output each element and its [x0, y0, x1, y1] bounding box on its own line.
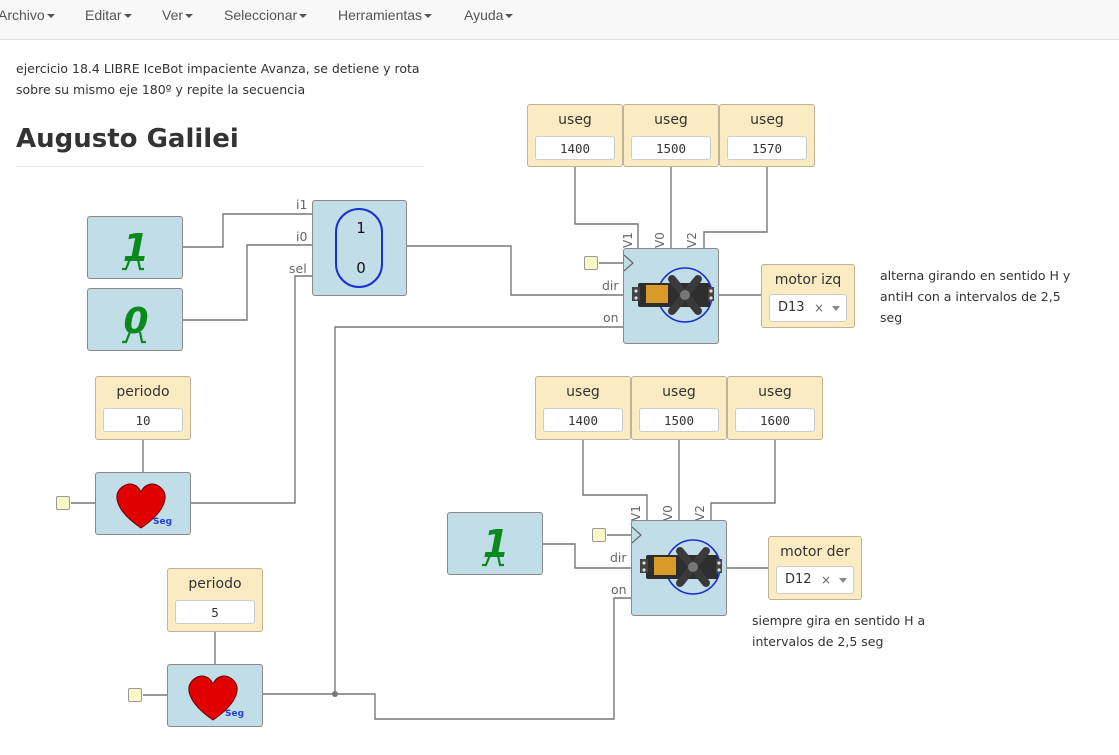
top-note-line-3: seg — [880, 310, 903, 325]
period-param-1: periodo 10 — [95, 376, 191, 440]
constant-block-0[interactable]: 0 — [87, 288, 183, 351]
motor-label: motor izq — [774, 272, 842, 288]
motor-pin-select[interactable]: D12 × — [776, 566, 854, 594]
mux-port-i0: i0 — [296, 229, 308, 244]
period-input[interactable]: 5 — [175, 600, 255, 624]
useg-input[interactable]: 1600 — [735, 408, 815, 432]
clear-icon[interactable]: × — [814, 295, 824, 321]
pulse-input-servo-top[interactable] — [584, 256, 598, 270]
useg-param-bottom-3: useg 1600 — [727, 376, 823, 440]
servo-port-on: on — [603, 310, 619, 325]
heart-icon — [116, 483, 166, 529]
heart-icon — [188, 675, 238, 721]
useg-input[interactable]: 1500 — [631, 136, 711, 160]
servo-port-v1: V1 — [621, 232, 635, 248]
motor-pin-select[interactable]: D13 × — [769, 294, 847, 322]
walking-digit-icon: 0 — [122, 301, 149, 344]
period-param-2: periodo 5 — [167, 568, 263, 632]
servo-port-v0: V0 — [653, 232, 667, 248]
bottom-note-line-2: intervalos de 2,5 seg — [752, 634, 884, 649]
servo-icon — [631, 526, 722, 595]
motor-der-selector: motor der D12 × — [768, 536, 862, 600]
top-note-line-2: antiH con a intervalos de 2,5 — [880, 289, 1061, 304]
constant-value: 1 — [483, 522, 509, 566]
walking-digit-icon: 1 — [482, 522, 509, 567]
constant-value: 1 — [123, 226, 149, 270]
mux-oval: 1 0 — [335, 208, 383, 288]
useg-param-top-1: useg 1400 — [527, 104, 623, 167]
servo-block-bottom[interactable] — [631, 520, 727, 616]
mux-value-0: 0 — [356, 259, 366, 277]
useg-param-bottom-1: useg 1400 — [535, 376, 631, 440]
servo-port-on: on — [611, 582, 627, 597]
useg-label: useg — [750, 112, 784, 128]
servo-port-dir: dir — [602, 278, 619, 293]
clear-icon[interactable]: × — [821, 567, 831, 593]
chevron-down-icon[interactable] — [832, 306, 840, 311]
wire-const0-to-i0 — [183, 244, 312, 321]
mux-value-1: 1 — [356, 219, 366, 237]
servo-port-v0: V0 — [661, 505, 675, 521]
period-label: periodo — [116, 384, 170, 400]
useg-input[interactable]: 1570 — [727, 136, 807, 160]
wire-top-v2 — [703, 167, 768, 248]
useg-param-top-2: useg 1500 — [623, 104, 719, 167]
constant-block-1-bottom[interactable]: 1 — [447, 512, 543, 575]
servo-block-top[interactable] — [623, 248, 719, 344]
useg-label: useg — [662, 384, 696, 400]
mux-port-sel: sel — [289, 261, 307, 276]
period-input[interactable]: 10 — [103, 408, 183, 432]
servo-port-v2: V2 — [685, 232, 699, 248]
motor-izq-selector: motor izq D13 × — [761, 264, 855, 328]
useg-input[interactable]: 1400 — [543, 408, 623, 432]
period-label: periodo — [188, 576, 242, 592]
heart-unit-label: Seg — [153, 517, 173, 527]
useg-label: useg — [654, 112, 688, 128]
heartbeat-block-1[interactable]: Seg — [95, 472, 191, 535]
mux-block[interactable]: 1 0 — [312, 200, 407, 296]
wire-mux-to-dir — [406, 245, 624, 296]
useg-input[interactable]: 1400 — [535, 136, 615, 160]
servo-port-v1: V1 — [629, 505, 643, 521]
constant-value: 0 — [123, 301, 148, 342]
pulse-input-heart1[interactable] — [56, 496, 70, 510]
heart-unit-label: Seg — [225, 709, 245, 719]
pulse-input-heart2[interactable] — [128, 688, 142, 702]
wire-to-bottom-on — [335, 597, 632, 720]
walking-digit-icon: 1 — [122, 226, 149, 271]
motor-label: motor der — [780, 544, 850, 560]
useg-label: useg — [566, 384, 600, 400]
bottom-note-line-1: siempre gira en sentido H a — [752, 613, 926, 628]
wire-junction — [332, 691, 338, 697]
wire-const1-to-i1 — [183, 213, 312, 248]
useg-input[interactable]: 1500 — [639, 408, 719, 432]
pulse-input-servo-bottom[interactable] — [592, 528, 606, 542]
wire-bottom-v2 — [710, 440, 776, 521]
wire-heart1-to-sel — [190, 275, 312, 504]
useg-label: useg — [558, 112, 592, 128]
motor-pin-value: D13 — [778, 300, 805, 315]
useg-param-bottom-2: useg 1500 — [631, 376, 727, 440]
chevron-down-icon[interactable] — [839, 578, 847, 583]
constant-block-1[interactable]: 1 — [87, 216, 183, 279]
bottom-note: siempre gira en sentido H a intervalos d… — [752, 610, 925, 652]
heartbeat-block-2[interactable]: Seg — [167, 664, 263, 727]
servo-port-v2: V2 — [693, 505, 707, 521]
servo-icon — [623, 254, 714, 323]
motor-pin-value: D12 — [785, 572, 812, 587]
servo-port-dir: dir — [610, 550, 627, 565]
useg-label: useg — [758, 384, 792, 400]
mux-port-i1: i1 — [296, 197, 308, 212]
useg-param-top-3: useg 1570 — [719, 104, 815, 167]
top-note-line-1: alterna girando en sentido H y — [880, 268, 1071, 283]
top-note: alterna girando en sentido H y antiH con… — [880, 265, 1070, 328]
